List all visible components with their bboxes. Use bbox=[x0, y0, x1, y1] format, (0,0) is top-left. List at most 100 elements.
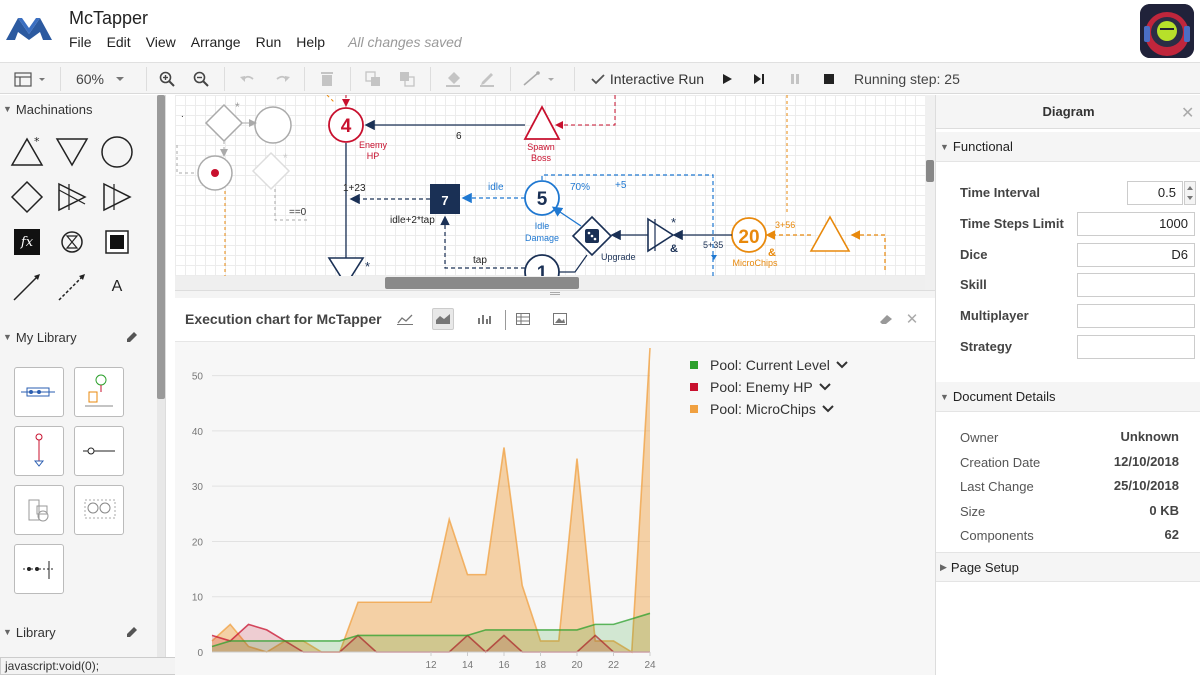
redo-button[interactable] bbox=[272, 63, 294, 94]
document-details-section-label: Document Details bbox=[952, 389, 1056, 404]
svg-text:7: 7 bbox=[441, 193, 448, 208]
menu-help[interactable]: Help bbox=[296, 34, 325, 50]
skill-input[interactable] bbox=[1077, 273, 1195, 297]
page-setup-section-header[interactable]: ▶ Page Setup bbox=[936, 552, 1200, 582]
library-item[interactable] bbox=[74, 367, 124, 417]
enemy-hp-pool[interactable]: 4 Enemy HP bbox=[328, 107, 388, 161]
edit-pencil-icon[interactable] bbox=[126, 331, 138, 343]
time-interval-input[interactable]: 0.5 bbox=[1127, 181, 1183, 205]
menu-edit[interactable]: Edit bbox=[107, 34, 131, 50]
library-section-label: Library bbox=[15, 624, 56, 640]
play-button[interactable] bbox=[718, 63, 736, 94]
bar-chart-button[interactable] bbox=[473, 308, 495, 330]
step-button[interactable] bbox=[750, 63, 768, 94]
pool-source-shape-icon[interactable]: * bbox=[10, 135, 44, 169]
table-icon bbox=[516, 313, 530, 325]
dice-input[interactable]: D6 bbox=[1077, 243, 1195, 267]
gray-node-group[interactable]: * * ==0 bbox=[176, 100, 307, 290]
microchips-source[interactable] bbox=[809, 215, 851, 252]
library-item[interactable] bbox=[14, 485, 64, 535]
converter-shape-icon[interactable] bbox=[55, 180, 89, 214]
functional-section-header[interactable]: ▼ Functional bbox=[936, 132, 1200, 162]
zoom-out-button[interactable] bbox=[190, 63, 212, 94]
delay-shape-icon[interactable] bbox=[55, 225, 89, 259]
drain-shape-icon[interactable] bbox=[55, 135, 89, 169]
area-chart-button[interactable] bbox=[432, 308, 454, 330]
undo-button[interactable] bbox=[236, 63, 258, 94]
to-front-button[interactable] bbox=[362, 63, 384, 94]
to-back-button[interactable] bbox=[396, 63, 418, 94]
library-item[interactable] bbox=[14, 544, 64, 594]
menu-view[interactable]: View bbox=[146, 34, 176, 50]
machinations-section-header[interactable]: ▼ Machinations bbox=[0, 95, 155, 123]
legend-item-microchips[interactable]: Pool: MicroChips bbox=[690, 401, 835, 417]
time-steps-limit-input[interactable]: 1000 bbox=[1077, 212, 1195, 236]
table-view-button[interactable] bbox=[512, 308, 534, 330]
interactive-run-toggle[interactable]: Interactive Run bbox=[590, 63, 705, 94]
text-label-tool[interactable]: A bbox=[100, 270, 134, 304]
image-export-button[interactable] bbox=[549, 308, 571, 330]
clear-chart-button[interactable] bbox=[875, 308, 897, 330]
pause-button[interactable] bbox=[786, 63, 804, 94]
register-shape-icon[interactable] bbox=[100, 225, 134, 259]
line-color-button[interactable] bbox=[476, 63, 498, 94]
line-chart-button[interactable] bbox=[394, 308, 416, 330]
resource-connection-icon[interactable] bbox=[10, 270, 44, 304]
upgrade-converter-node[interactable]: * & bbox=[647, 215, 678, 255]
chevron-down-icon bbox=[822, 405, 834, 413]
menu-run[interactable]: Run bbox=[256, 34, 282, 50]
sidebar-scrollbar-thumb[interactable] bbox=[157, 95, 165, 399]
gate-shape-icon[interactable] bbox=[10, 180, 44, 214]
close-icon[interactable]: ✕ bbox=[1181, 103, 1194, 123]
menu-arrange[interactable]: Arrange bbox=[191, 34, 241, 50]
zoom-select[interactable]: 60% bbox=[72, 63, 132, 94]
time-interval-stepper[interactable] bbox=[1184, 181, 1196, 205]
upgrade-gate[interactable]: Upgrade bbox=[571, 215, 636, 262]
game-avatar-icon[interactable] bbox=[1140, 4, 1194, 58]
canvas-horizontal-scroll-thumb[interactable] bbox=[385, 277, 579, 289]
document-details-section-header[interactable]: ▼ Document Details bbox=[936, 382, 1200, 412]
page-setup-section-label: Page Setup bbox=[950, 559, 1019, 575]
strategy-input[interactable] bbox=[1077, 335, 1195, 359]
converter-7-node[interactable]: 7 bbox=[430, 184, 460, 214]
x-tick-label: 16 bbox=[498, 660, 510, 671]
canvas-vertical-scrollbar[interactable] bbox=[925, 95, 935, 290]
formula-shape-icon[interactable]: fx bbox=[14, 229, 40, 255]
canvas-vertical-scroll-thumb[interactable] bbox=[926, 160, 934, 182]
library-item[interactable] bbox=[14, 367, 64, 417]
close-chart-button[interactable]: ✕ bbox=[901, 308, 923, 330]
my-library-section-header[interactable]: ▼ My Library bbox=[0, 323, 155, 351]
panel-toggle-button[interactable] bbox=[8, 63, 50, 94]
zoom-out-icon bbox=[193, 71, 209, 87]
fill-color-button[interactable] bbox=[442, 63, 464, 94]
detail-value: 25/10/2018 bbox=[1113, 478, 1179, 493]
library-item[interactable] bbox=[14, 426, 64, 476]
svg-text:*: * bbox=[283, 151, 288, 165]
zoom-in-button[interactable] bbox=[156, 63, 178, 94]
spawn-boss-source[interactable]: Spawn Boss bbox=[523, 105, 561, 163]
machinations-logo-icon[interactable] bbox=[6, 14, 52, 40]
edit-pencil-icon[interactable] bbox=[126, 626, 138, 638]
svg-text:idle: idle bbox=[488, 182, 504, 193]
connector-style-button[interactable] bbox=[520, 63, 560, 94]
machinations-section-label: Machinations bbox=[15, 101, 93, 117]
x-tick-label: 20 bbox=[571, 660, 583, 671]
delete-button[interactable] bbox=[316, 63, 338, 94]
idle-damage-pool[interactable]: 5 Idle Damage bbox=[524, 180, 560, 243]
trader-shape-icon[interactable] bbox=[100, 180, 134, 214]
multiplayer-input[interactable] bbox=[1077, 304, 1195, 328]
library-item[interactable] bbox=[74, 485, 124, 535]
document-title[interactable]: McTapper bbox=[69, 8, 148, 29]
state-connection-icon[interactable] bbox=[55, 270, 89, 304]
menu-file[interactable]: File bbox=[69, 34, 92, 50]
pool-shape-icon[interactable] bbox=[100, 135, 134, 169]
legend-item-current-level[interactable]: Pool: Current Level bbox=[690, 357, 849, 373]
microchips-pool[interactable]: 20 & MicroChips bbox=[731, 217, 778, 268]
y-tick-label: 10 bbox=[192, 593, 204, 604]
panel-splitter[interactable] bbox=[175, 290, 935, 298]
library-section-header[interactable]: ▼ Library bbox=[0, 618, 155, 646]
stop-button[interactable] bbox=[820, 63, 838, 94]
legend-item-enemy-hp[interactable]: Pool: Enemy HP bbox=[690, 379, 832, 395]
diagram-canvas[interactable]: * * ==0 4 Enemy HP Spawn Boss 6 1+23 7 i… bbox=[175, 95, 935, 290]
library-item[interactable] bbox=[74, 426, 124, 476]
